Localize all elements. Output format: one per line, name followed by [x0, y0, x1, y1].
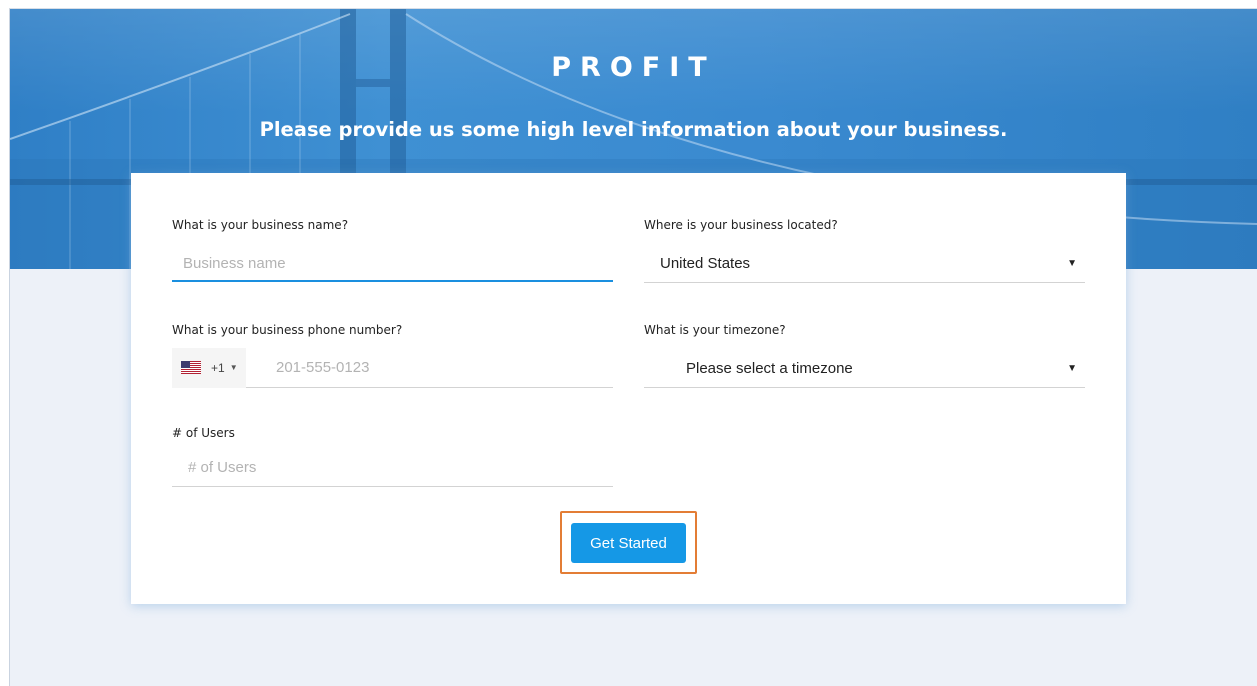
business-name-underline: [172, 246, 613, 282]
get-started-button[interactable]: Get Started: [571, 523, 686, 563]
business-name-label: What is your business name?: [172, 218, 349, 232]
timezone-select[interactable]: Please select a timezone ▼: [644, 350, 1085, 388]
location-label: Where is your business located?: [644, 218, 838, 232]
users-input[interactable]: [172, 450, 613, 484]
users-underline: [172, 450, 613, 487]
caret-down-icon: ▼: [1067, 363, 1077, 374]
country-code-dropdown[interactable]: +1 ▼: [172, 347, 246, 388]
location-field: Where is your business located? United S…: [644, 218, 1085, 283]
location-selected-value: United States: [660, 255, 751, 272]
page-headline: Please provide us some high level inform…: [259, 118, 1008, 141]
get-started-highlight: Get Started: [560, 511, 697, 574]
business-name-field: What is your business name?: [172, 218, 613, 282]
dial-code: +1: [211, 360, 225, 375]
phone-input[interactable]: [246, 349, 613, 386]
caret-down-icon: ▼: [1067, 258, 1077, 269]
us-flag-icon: [181, 361, 201, 374]
timezone-selected-value: Please select a timezone: [686, 360, 853, 377]
timezone-label: What is your timezone?: [644, 323, 786, 337]
phone-label: What is your business phone number?: [172, 323, 403, 337]
phone-field: What is your business phone number? +1 ▼…: [172, 323, 613, 388]
business-info-card: What is your business name? Where is you…: [131, 173, 1126, 604]
location-select[interactable]: United States ▼: [644, 245, 1085, 283]
caret-down-icon: ▼: [229, 363, 238, 372]
page-frame: PROFIT Please provide us some high level…: [9, 8, 1257, 686]
business-name-input[interactable]: [172, 246, 613, 280]
users-field: # of Users: [172, 426, 613, 487]
phone-input-group: +1 ▼: [172, 347, 613, 388]
users-label: # of Users: [172, 426, 235, 440]
timezone-field: What is your timezone? Please select a t…: [644, 323, 1085, 388]
profit-logo: PROFIT: [551, 52, 716, 83]
